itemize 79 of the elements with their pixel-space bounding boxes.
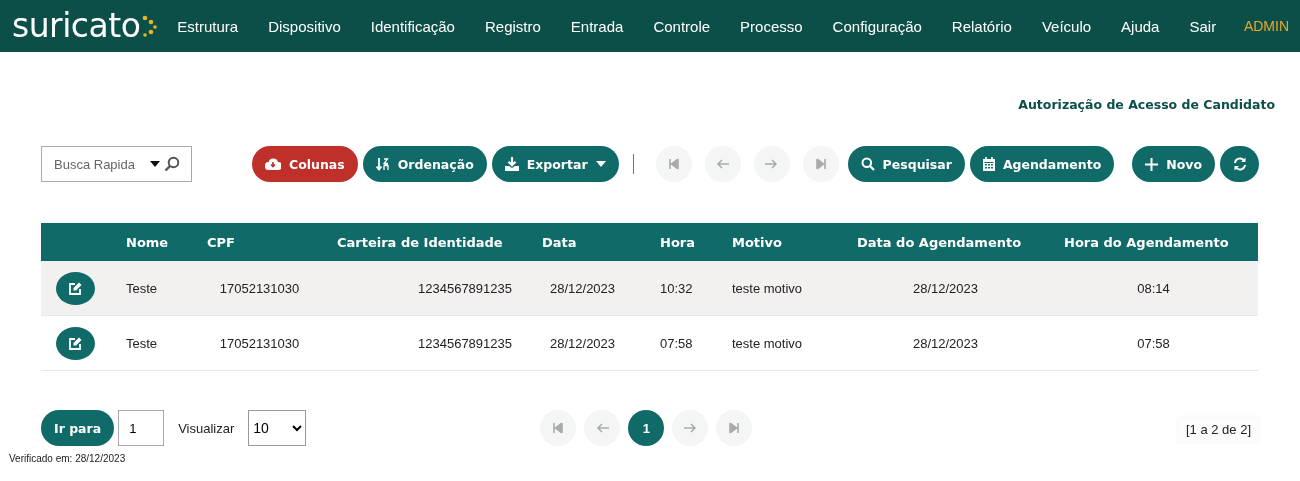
table-cell: Teste — [126, 335, 158, 351]
skip-last-icon — [729, 423, 740, 433]
table-cell: 08:14 — [1137, 280, 1170, 296]
cloud-download-icon — [265, 158, 281, 170]
menu-item[interactable]: Configuração — [832, 17, 922, 35]
column-header[interactable]: CPF — [207, 234, 235, 250]
menu-item[interactable]: Processo — [740, 17, 803, 35]
logo-dots-icon — [141, 15, 158, 37]
column-header[interactable]: Hora do Agendamento — [1064, 234, 1229, 250]
menu-item[interactable]: Relatório — [951, 17, 1012, 35]
table-cell: 28/12/2023 — [912, 280, 979, 296]
table-cell: 28/12/2023 — [550, 280, 616, 296]
menu-item[interactable]: Sair — [1189, 17, 1217, 35]
sort-icon — [375, 157, 390, 171]
table-cell: Teste — [126, 280, 158, 296]
page-size-select[interactable]: 10 — [248, 410, 307, 446]
column-header[interactable]: Hora — [660, 234, 695, 250]
skip-first-icon — [553, 423, 564, 433]
toolbar-button[interactable]: Colunas — [252, 146, 358, 182]
menu-item[interactable]: Identificação — [370, 17, 455, 35]
logo[interactable]: suricato — [12, 6, 141, 46]
edit-icon — [69, 336, 82, 350]
table-cell: 28/12/2023 — [550, 335, 616, 351]
column-header[interactable]: Motivo — [732, 234, 782, 250]
menu-item[interactable]: Ajuda — [1121, 17, 1160, 35]
record-range: [1 a 2 de 2] — [1177, 416, 1259, 442]
table-cell: teste motivo — [732, 335, 803, 351]
table-cell: 17052131030 — [219, 280, 300, 296]
table-cell: 28/12/2023 — [912, 335, 979, 351]
toolbar-button[interactable] — [1220, 146, 1259, 182]
toolbar-button[interactable]: Pesquisar — [847, 146, 965, 182]
page-title: Autorização de Acesso de Candidato — [1018, 97, 1275, 114]
menu-item[interactable]: Registro — [484, 17, 541, 35]
column-header[interactable]: Nome — [126, 234, 169, 250]
table-cell: 07:58 — [660, 335, 693, 351]
skip-first-icon — [668, 159, 679, 169]
toolbar-button[interactable]: Novo — [1132, 146, 1215, 182]
plus-icon — [1145, 157, 1159, 171]
table-cell: 1234567891235 — [418, 280, 512, 296]
view-label: Visualizar — [178, 420, 235, 436]
table-cell: 10:32 — [660, 280, 693, 296]
page-number-field[interactable]: 1 — [118, 410, 165, 446]
toolbar-button[interactable]: Ordenação — [362, 146, 487, 182]
table-cell: 07:58 — [1137, 335, 1170, 351]
dropdown-caret-icon[interactable] — [150, 161, 160, 167]
table-cell: teste motivo — [732, 280, 803, 296]
table-row[interactable]: Teste 17052131030 1234567891235 28/12/2023 07:58 teste motivo 28/12/2023 07:58 — [41, 316, 1258, 371]
calendar-icon — [982, 157, 995, 171]
edit-icon — [69, 281, 82, 295]
search-icon[interactable] — [164, 156, 180, 172]
refresh-icon — [1232, 157, 1247, 171]
go-to-button[interactable]: Ir para — [41, 410, 115, 446]
pager-button[interactable]: 1 — [628, 410, 665, 446]
table-cell: 17052131030 — [219, 335, 300, 351]
menu-item[interactable]: Veículo — [1041, 17, 1092, 35]
verified-date: Verificado em: 28/12/2023 — [9, 453, 127, 464]
arrow-left-icon — [716, 159, 730, 169]
arrow-right-icon — [765, 159, 779, 169]
user-name[interactable]: ADMIN — [1243, 18, 1289, 34]
menu-item[interactable]: Estrutura — [177, 17, 239, 35]
arrow-left-icon — [595, 423, 609, 433]
search-icon — [860, 157, 875, 171]
toolbar-button[interactable]: Agendamento — [969, 146, 1115, 182]
arrow-right-icon — [683, 423, 697, 433]
skip-last-icon — [815, 159, 826, 169]
menu-item[interactable]: Entrada — [570, 17, 624, 35]
edit-button[interactable] — [56, 271, 95, 305]
menu-item[interactable]: Dispositivo — [268, 17, 341, 35]
edit-button[interactable] — [56, 326, 95, 360]
table-row[interactable]: Teste 17052131030 1234567891235 28/12/2023 10:32 teste motivo 28/12/2023 08:14 — [41, 261, 1258, 316]
column-header[interactable]: Carteira de Identidade — [337, 234, 503, 250]
column-header[interactable]: Data do Agendamento — [857, 234, 1022, 250]
search-field[interactable]: Busca Rapida — [41, 146, 192, 182]
toolbar-button[interactable]: Exportar — [491, 146, 619, 182]
caret-icon — [595, 161, 606, 167]
menu-item[interactable]: Controle — [653, 17, 711, 35]
table-cell: 1234567891235 — [418, 335, 512, 351]
column-header[interactable]: Data — [542, 234, 577, 250]
download-icon — [504, 157, 519, 171]
